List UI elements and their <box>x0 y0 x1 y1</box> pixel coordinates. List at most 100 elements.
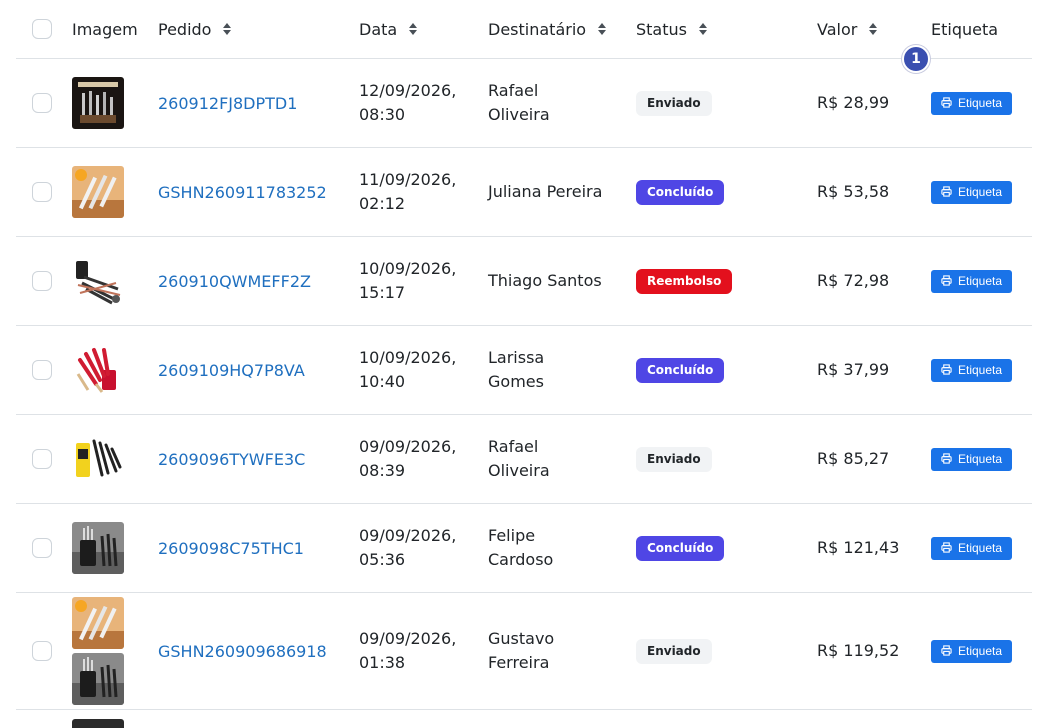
product-thumbnail[interactable] <box>72 597 124 649</box>
row-checkbox[interactable] <box>32 538 52 558</box>
order-time: 08:39 <box>359 461 406 480</box>
table-header: Imagem Pedido Data Destinatário Status V… <box>16 0 1032 59</box>
row-checkbox[interactable] <box>32 182 52 202</box>
order-value: R$ 72,98 <box>817 271 890 290</box>
status-badge: Reembolso <box>636 268 733 294</box>
header-label: Etiqueta <box>931 19 999 39</box>
row-checkbox[interactable] <box>32 360 52 380</box>
order-date: 10/09/2026, <box>359 259 457 278</box>
order-link[interactable]: GSHN260911783252 <box>158 183 327 202</box>
table-row: 260912FJ8DPTD1 12/09/2026, 08:30 Rafael Ol… <box>16 59 1032 148</box>
product-thumbnail[interactable] <box>72 522 124 574</box>
header-status[interactable]: Status <box>636 0 796 58</box>
step-marker-badge: 1 <box>902 45 930 73</box>
header-image: Imagem <box>72 19 138 39</box>
order-date: 09/09/2026, <box>359 526 457 545</box>
recipient-name: Rafael <box>488 81 539 100</box>
header-recipient[interactable]: Destinatário <box>488 0 628 58</box>
header-order-label: Pedido <box>158 19 212 39</box>
header-value-label: Valor <box>817 19 858 39</box>
order-time: 05:36 <box>359 550 406 569</box>
header-order[interactable]: Pedido <box>158 0 348 58</box>
order-value: R$ 119,52 <box>817 641 900 660</box>
print-label-text: Etiqueta <box>958 273 1003 288</box>
order-time: 02:12 <box>359 194 406 213</box>
order-value: R$ 85,27 <box>817 449 890 468</box>
order-link[interactable]: 2609109HQ7P8VA <box>158 361 305 380</box>
sort-icon <box>698 23 707 35</box>
order-link[interactable]: 2609098C75THC1 <box>158 539 304 558</box>
select-all-checkbox[interactable] <box>32 19 52 39</box>
order-time: 08:30 <box>359 105 406 124</box>
order-link[interactable]: GSHN260909686918 <box>158 642 327 661</box>
recipient-name: Juliana Pereira <box>488 182 603 201</box>
order-link[interactable]: 260910QWMEFF2Z <box>158 272 311 291</box>
printer-icon <box>941 542 952 553</box>
printer-icon <box>941 453 952 464</box>
print-label-text: Etiqueta <box>958 362 1003 377</box>
table-row: 2609096TYWFE3C 09/09/2026, 08:39 Rafael Ol… <box>16 415 1032 504</box>
print-label-text: Etiqueta <box>958 184 1003 199</box>
product-thumbnail[interactable] <box>72 166 124 218</box>
table-row: 260910QWMEFF2Z 10/09/2026, 15:17 Thiago S… <box>16 237 1032 326</box>
order-link[interactable]: 2609096TYWFE3C <box>158 450 305 469</box>
print-label-button[interactable]: Etiqueta <box>931 358 1013 382</box>
printer-icon <box>941 275 952 286</box>
status-badge: Concluído <box>636 179 725 205</box>
status-badge: Concluído <box>636 357 725 383</box>
product-thumbnail[interactable] <box>72 719 124 728</box>
sort-icon <box>598 23 607 35</box>
print-label-text: Etiqueta <box>958 540 1003 555</box>
table-row: 2609098C75THC1 09/09/2026, 05:36 Felipe Ca… <box>16 504 1032 593</box>
order-date: 11/09/2026, <box>359 170 457 189</box>
product-thumbnail[interactable] <box>72 255 124 307</box>
recipient-name: Thiago Santos <box>488 271 602 290</box>
status-badge: Enviado <box>636 90 712 116</box>
recipient-name: Rafael <box>488 437 539 456</box>
product-thumbnail[interactable] <box>72 433 124 485</box>
sort-icon <box>223 23 232 35</box>
sort-icon <box>409 23 418 35</box>
row-checkbox[interactable] <box>32 93 52 113</box>
table-row: GSHN260911783252 11/09/2026, 02:12 Julian… <box>16 148 1032 237</box>
printer-icon <box>941 645 952 656</box>
print-label-button[interactable]: Etiqueta <box>931 536 1013 560</box>
product-thumbnail[interactable] <box>72 344 124 396</box>
sort-icon <box>869 23 878 35</box>
print-label-text: Etiqueta <box>958 95 1003 110</box>
recipient-surname: Oliveira <box>488 105 550 124</box>
header-recipient-label: Destinatário <box>488 19 587 39</box>
recipient-surname: Oliveira <box>488 461 550 480</box>
printer-icon <box>941 364 952 375</box>
status-badge: Concluído <box>636 535 725 561</box>
order-time: 15:17 <box>359 283 406 302</box>
product-thumbnail[interactable] <box>72 77 124 129</box>
print-label-button[interactable]: Etiqueta <box>931 91 1013 115</box>
recipient-surname: Gomes <box>488 372 544 391</box>
row-checkbox[interactable] <box>32 449 52 469</box>
row-checkbox[interactable] <box>32 641 52 661</box>
order-link[interactable]: 260912FJ8DPTD1 <box>158 94 297 113</box>
status-badge: Enviado <box>636 638 712 664</box>
print-label-text: Etiqueta <box>958 643 1003 658</box>
print-label-button[interactable]: Etiqueta <box>931 447 1013 471</box>
recipient-name: Larissa <box>488 348 545 367</box>
order-date: 09/09/2026, <box>359 629 457 648</box>
print-label-button[interactable]: Etiqueta <box>931 269 1013 293</box>
row-checkbox[interactable] <box>32 271 52 291</box>
recipient-name: Felipe <box>488 526 536 545</box>
print-label-button[interactable]: Etiqueta <box>931 180 1013 204</box>
table-row: GSHN260909686918 09/09/2026, 01:38 Gustav… <box>16 593 1032 710</box>
recipient-surname: Cardoso <box>488 550 554 569</box>
header-date-label: Data <box>359 19 398 39</box>
order-value: R$ 37,99 <box>817 360 890 379</box>
printer-icon <box>941 97 952 108</box>
table-row <box>16 710 1032 728</box>
order-date: 12/09/2026, <box>359 81 457 100</box>
product-thumbnail[interactable] <box>72 653 124 705</box>
print-label-text: Etiqueta <box>958 451 1003 466</box>
recipient-name: Gustavo <box>488 629 555 648</box>
print-label-button[interactable]: Etiqueta <box>931 639 1013 663</box>
header-status-label: Status <box>636 19 687 39</box>
header-date[interactable]: Data <box>359 0 479 58</box>
